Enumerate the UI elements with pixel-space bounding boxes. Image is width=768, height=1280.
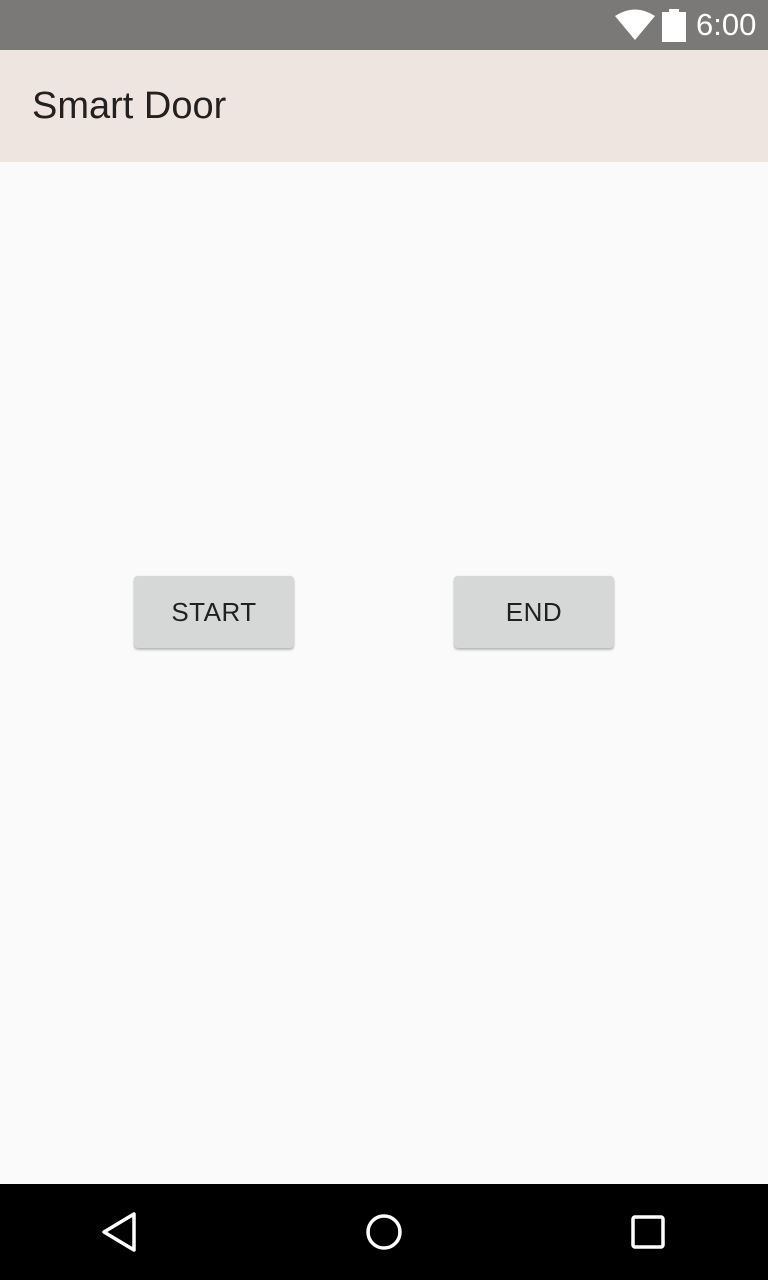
back-icon[interactable] xyxy=(96,1208,144,1256)
status-time: 6:00 xyxy=(696,7,757,42)
app-bar: Smart Door xyxy=(0,50,768,162)
app-title: Smart Door xyxy=(32,85,227,127)
start-button[interactable]: START xyxy=(134,576,294,648)
recents-icon[interactable] xyxy=(624,1208,672,1256)
home-icon[interactable] xyxy=(360,1208,408,1256)
status-bar: 6:00 xyxy=(0,0,768,50)
navigation-bar xyxy=(0,1184,768,1280)
screen: 6:00 Smart Door START END xyxy=(0,0,768,1280)
wifi-icon xyxy=(615,9,655,40)
main-content: START END xyxy=(0,162,768,1184)
battery-icon xyxy=(662,9,686,42)
end-button[interactable]: END xyxy=(454,576,614,648)
